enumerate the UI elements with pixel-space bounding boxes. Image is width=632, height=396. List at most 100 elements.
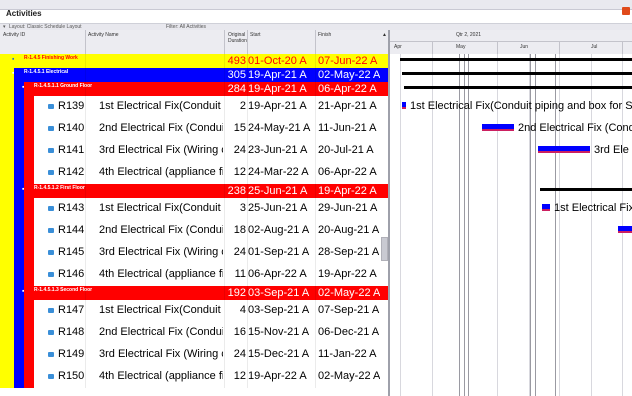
wbs-level-stripe xyxy=(0,300,14,322)
wbs-level-stripe xyxy=(24,82,34,96)
column-separator xyxy=(247,162,248,184)
activity-start: 24-Mar-22 A xyxy=(248,166,309,178)
baseline-bar xyxy=(402,107,406,109)
activity-row[interactable]: R143 1st Electrical Fix(Conduit pipin 325-… xyxy=(0,198,388,221)
wbs-level-stripe xyxy=(24,220,34,242)
activity-name: 4th Electrical (appliance fitting xyxy=(99,370,223,382)
activity-name: 3rd Electrical Fix (Wiring conr xyxy=(99,246,223,258)
activity-row[interactable]: R144 2nd Electrical Fix (Conduit an 1802-A… xyxy=(0,220,388,243)
activity-row[interactable]: R150 4th Electrical (appliance fitting 121… xyxy=(0,366,388,389)
activity-row[interactable]: R148 2nd Electrical Fix (Conduit an 1615-N… xyxy=(0,322,388,345)
column-separator xyxy=(224,366,225,388)
sort-up-icon[interactable]: ▲ xyxy=(382,32,387,38)
wbs-level-stripe xyxy=(24,184,34,198)
activity-icon xyxy=(48,250,54,255)
column-separator xyxy=(85,300,86,322)
expand-collapse-icon[interactable]: ▪ xyxy=(22,84,24,91)
wbs-level-stripe xyxy=(24,286,34,300)
wbs-label: R-1.4.5 Finishing Work xyxy=(24,55,78,61)
wbs-label: R-1.4.5.1.3 Second Floor xyxy=(34,287,93,293)
expand-collapse-icon[interactable]: ▪ xyxy=(22,288,24,295)
wbs-row[interactable]: ▪ R-1.4.5.1.3 Second Floor 192 03-Sep-21 A 0… xyxy=(0,286,388,301)
summary-bar[interactable] xyxy=(400,58,632,61)
wbs-level-stripe xyxy=(0,322,14,344)
column-separator xyxy=(247,286,248,300)
column-separator xyxy=(85,54,86,68)
activity-duration: 24 xyxy=(233,246,246,258)
column-separator xyxy=(224,286,225,300)
gantt-activity-label: 2nd Electrical Fix (Condu xyxy=(518,122,632,134)
column-separator xyxy=(247,68,248,82)
activity-row[interactable]: R149 3rd Electrical Fix (Wiring conr 2415-… xyxy=(0,344,388,367)
column-separator xyxy=(85,162,86,184)
close-icon[interactable] xyxy=(622,7,630,15)
timescale-month: Apr xyxy=(394,44,402,50)
column-separator xyxy=(247,198,248,220)
column-activity-name[interactable]: Activity Name xyxy=(88,32,119,38)
expand-collapse-icon[interactable]: ▪ xyxy=(12,70,14,77)
activity-name: 1st Electrical Fix(Conduit pipin xyxy=(99,100,223,112)
column-separator xyxy=(247,118,248,140)
activity-finish: 29-Jun-21 A xyxy=(318,202,378,214)
wbs-row[interactable]: ▪ R-1.4.5.1.1 Ground Floor 284 19-Apr-21 A 0… xyxy=(0,82,388,97)
wbs-row[interactable]: ▪ R-1.4.5.1.2 First Floor 238 25-Jun-21 A 19… xyxy=(0,184,388,199)
column-separator xyxy=(315,220,316,242)
wbs-level-stripe xyxy=(0,264,14,286)
baseline-bar xyxy=(618,231,632,233)
column-separator xyxy=(247,242,248,264)
column-separator xyxy=(85,96,86,118)
activity-row[interactable]: R145 3rd Electrical Fix (Wiring conr 2401-… xyxy=(0,242,388,265)
wbs-row[interactable]: ▪ R-1.4.5.1 Electrical 305 19-Apr-21 A 02-Ma… xyxy=(0,68,388,83)
column-separator xyxy=(224,198,225,220)
activity-start: 15-Dec-21 A xyxy=(248,348,310,360)
activity-icon xyxy=(48,170,54,175)
vertical-scrollbar-thumb[interactable] xyxy=(381,237,388,261)
timescale-month: Jul xyxy=(591,44,598,50)
column-separator xyxy=(224,82,225,96)
column-separator xyxy=(224,220,225,242)
activity-name: 4th Electrical (appliance fitting xyxy=(99,166,223,178)
column-activity-id[interactable]: Activity ID xyxy=(3,32,25,38)
activity-icon xyxy=(48,228,54,233)
column-separator xyxy=(247,54,248,68)
column-finish[interactable]: Finish xyxy=(318,32,331,38)
column-separator xyxy=(85,68,86,82)
wbs-level-stripe xyxy=(14,242,24,264)
column-start[interactable]: Start xyxy=(250,32,261,38)
activity-row[interactable]: R146 4th Electrical (appliance fitting 110… xyxy=(0,264,388,287)
wbs-level-stripe xyxy=(0,140,14,162)
activity-id: R140 xyxy=(58,122,85,134)
column-separator xyxy=(247,82,248,96)
activity-duration: 305 xyxy=(227,69,246,81)
wbs-level-stripe xyxy=(14,162,24,184)
expand-collapse-icon[interactable]: ▪ xyxy=(22,186,24,193)
gantt-activity-label: 3rd Ele xyxy=(594,144,629,156)
activity-row[interactable]: R142 4th Electrical (appliance fitting 122… xyxy=(0,162,388,185)
column-separator xyxy=(315,286,316,300)
activity-row[interactable]: R147 1st Electrical Fix(Conduit pipin 403-… xyxy=(0,300,388,323)
wbs-level-stripe xyxy=(24,96,34,118)
column-separator xyxy=(315,162,316,184)
baseline-bar xyxy=(542,209,550,211)
activity-row[interactable]: R139 1st Electrical Fix(Conduit pipin 219-… xyxy=(0,96,388,119)
column-separator xyxy=(85,286,86,300)
activity-row[interactable]: R141 3rd Electrical Fix (Wiring conr 2423-… xyxy=(0,140,388,163)
summary-bar[interactable] xyxy=(404,86,632,89)
activity-id: R145 xyxy=(58,246,85,258)
activity-icon xyxy=(48,206,54,211)
summary-bar[interactable] xyxy=(540,188,632,191)
activity-duration: 284 xyxy=(227,83,246,95)
expand-collapse-icon[interactable]: ▪ xyxy=(12,56,14,63)
activity-row[interactable]: R140 2nd Electrical Fix (Conduit an 1524-M… xyxy=(0,118,388,141)
activity-duration: 11 xyxy=(234,268,246,280)
activity-duration: 24 xyxy=(233,144,246,156)
wbs-level-stripe xyxy=(24,344,34,366)
activity-icon xyxy=(48,272,54,277)
column-separator xyxy=(85,242,86,264)
activity-start: 19-Apr-22 A xyxy=(248,370,307,382)
activity-finish: 07-Sep-21 A xyxy=(318,304,380,316)
summary-bar[interactable] xyxy=(402,72,632,75)
activity-name: 3rd Electrical Fix (Wiring conr xyxy=(99,144,223,156)
wbs-row[interactable]: ▪ R-1.4.5 Finishing Work 493 01-Oct-20 A 07-… xyxy=(0,54,388,69)
column-original-duration[interactable]: Original Duration xyxy=(228,32,247,44)
